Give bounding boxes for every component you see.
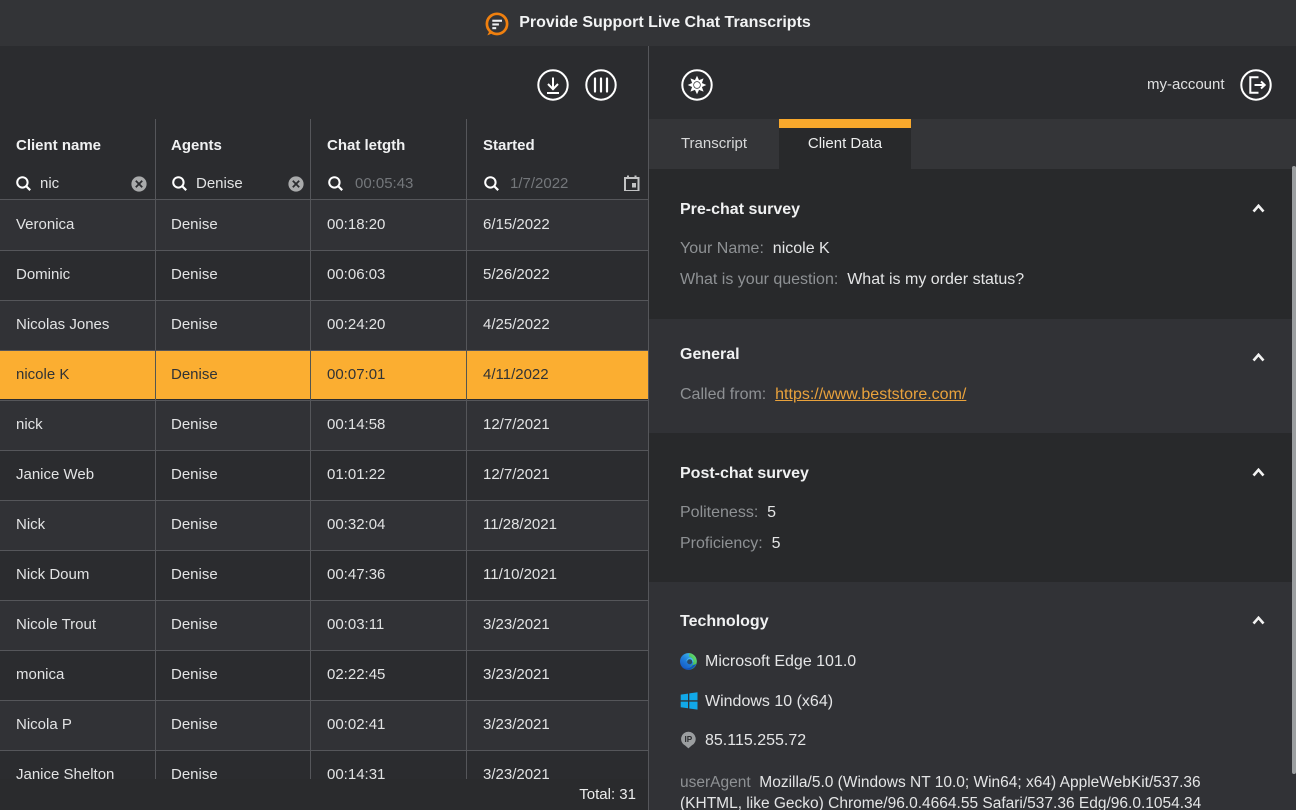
svg-text:IP: IP — [685, 735, 693, 744]
